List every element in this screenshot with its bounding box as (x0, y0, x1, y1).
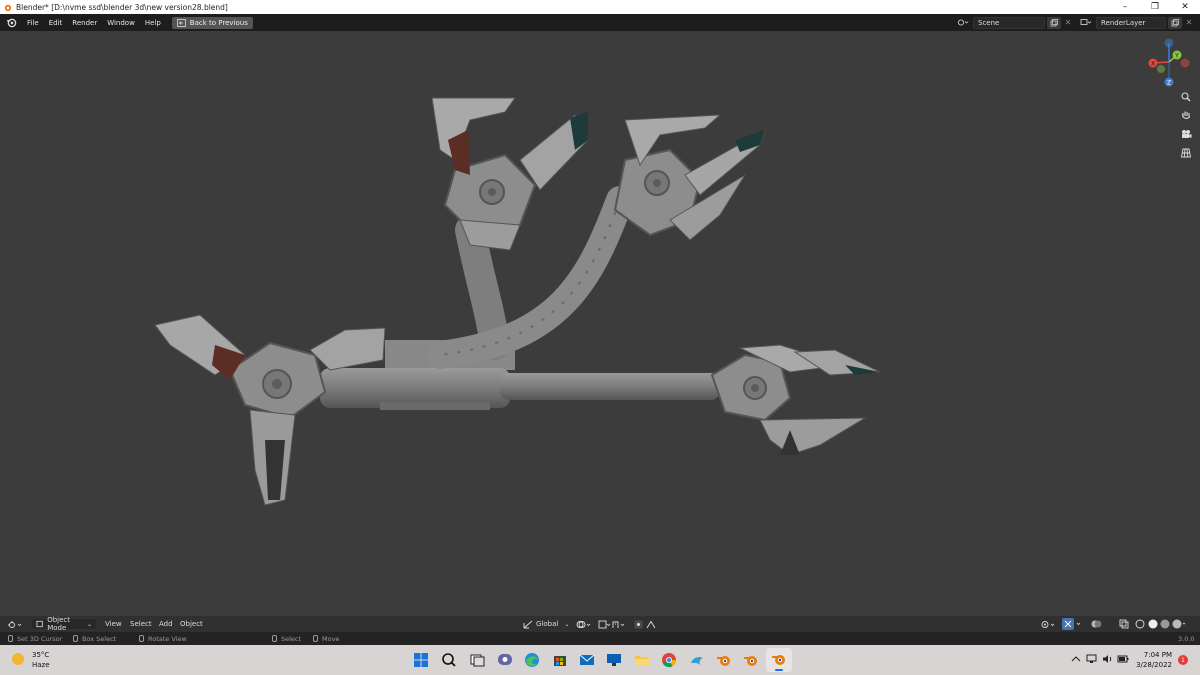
object-menu[interactable]: Object (180, 616, 203, 632)
select-menu[interactable]: Select (130, 616, 152, 632)
app-icon-bird[interactable] (688, 651, 706, 669)
render-layer-icon[interactable] (1076, 17, 1096, 29)
search-icon[interactable] (440, 651, 458, 669)
gizmo-toggle-icon[interactable] (1062, 616, 1084, 632)
visibility-icon[interactable] (1040, 616, 1056, 632)
delete-scene-icon[interactable]: ✕ (1061, 17, 1075, 29)
status-select: Select (272, 632, 301, 645)
menu-help[interactable]: Help (140, 19, 166, 27)
render-layer-selector: RenderLayer ✕ (1076, 16, 1196, 29)
store-icon[interactable] (551, 651, 569, 669)
menu-render[interactable]: Render (67, 19, 102, 27)
back-icon (176, 18, 186, 27)
gizmo-z-label: Z (1167, 80, 1171, 87)
delete-render-layer-icon[interactable]: ✕ (1182, 17, 1196, 29)
orientation-icon (523, 620, 533, 628)
volume-icon[interactable] (1102, 654, 1114, 666)
menu-window[interactable]: Window (102, 19, 140, 27)
status-set-3d-cursor: Set 3D Cursor (8, 632, 62, 645)
start-button-icon[interactable] (412, 651, 430, 669)
blender-logo-icon[interactable] (6, 17, 17, 28)
xray-icon[interactable] (1119, 616, 1129, 632)
monitor-app-icon[interactable] (605, 651, 623, 669)
render-layer-field[interactable]: RenderLayer (1096, 16, 1166, 29)
tray-chevron-icon[interactable] (1071, 655, 1081, 665)
menu-edit[interactable]: Edit (44, 19, 68, 27)
back-button-label: Back to Previous (189, 18, 248, 27)
window-titlebar: Blender* [D:\nvme ssd\blender 3d\new ver… (0, 0, 1200, 14)
object-mode-dropdown[interactable]: Object Mode ⌄ (31, 616, 97, 632)
close-button[interactable]: ✕ (1170, 0, 1200, 14)
task-view-icon[interactable] (468, 651, 486, 669)
blender-taskbar-icon-active[interactable] (766, 648, 792, 672)
pivot-point-icon[interactable] (576, 616, 592, 632)
weather-temp: 35°C (32, 651, 50, 659)
transform-orientation-dropdown[interactable]: Global ⌄ (523, 616, 569, 632)
snap-icon[interactable] (598, 616, 628, 632)
perspective-grid-icon[interactable] (1179, 146, 1193, 160)
weather-widget[interactable]: 35°C Haze (32, 650, 50, 670)
maximize-button[interactable]: ❐ (1140, 0, 1170, 14)
teams-chat-icon[interactable] (496, 651, 514, 669)
editor-type-icon[interactable] (8, 616, 24, 632)
gizmo-x-label: X (1151, 61, 1155, 68)
chrome-icon[interactable] (660, 651, 678, 669)
windows-taskbar: 35°C Haze 7:04 PM 3/28/2022 1 (0, 645, 1200, 675)
view-menu[interactable]: View (105, 616, 122, 632)
new-scene-icon[interactable] (1047, 16, 1061, 29)
status-bar: Set 3D Cursor Box Select Rotate View Sel… (0, 632, 1200, 645)
navigation-gizmo[interactable]: X Y Z (1140, 37, 1198, 91)
clock-time: 7:04 PM (1143, 651, 1172, 659)
blender-version: 3.0.0 (1178, 634, 1195, 643)
edge-browser-icon[interactable] (523, 651, 541, 669)
clock[interactable]: 7:04 PM 3/28/2022 (1136, 650, 1172, 670)
file-explorer-icon[interactable] (633, 651, 651, 669)
clock-date: 3/28/2022 (1136, 661, 1172, 669)
gizmo-y-label: Y (1174, 53, 1179, 60)
scene-selector: Scene ✕ (953, 16, 1075, 29)
weather-desc: Haze (32, 661, 50, 669)
scene-name-field[interactable]: Scene (973, 16, 1045, 29)
weather-sun-icon (12, 653, 24, 665)
status-move: Move (313, 632, 339, 645)
camera-icon[interactable] (1179, 127, 1193, 141)
minimize-button[interactable]: – (1110, 0, 1140, 14)
object-mode-icon (36, 620, 43, 628)
back-to-previous-button[interactable]: Back to Previous (171, 16, 253, 29)
scene-type-icon[interactable] (953, 17, 973, 29)
overlays-icon[interactable] (1090, 616, 1104, 632)
blender-taskbar-icon-1[interactable] (715, 651, 733, 669)
proportional-editing-icon[interactable] (634, 616, 660, 632)
notification-badge[interactable]: 1 (1178, 655, 1188, 665)
blender-taskbar-icon-2[interactable] (742, 651, 760, 669)
network-icon[interactable] (1086, 654, 1098, 666)
object-mode-label: Object Mode (47, 616, 71, 632)
battery-icon[interactable] (1117, 654, 1129, 666)
zoom-icon[interactable] (1179, 90, 1193, 104)
status-rotate-view: Rotate View (139, 632, 187, 645)
add-menu[interactable]: Add (159, 616, 173, 632)
3d-viewport[interactable]: X Y Z (0, 31, 1200, 616)
robot-claw-model (154, 97, 882, 506)
blender-app-icon (4, 4, 12, 11)
status-box-select: Box Select (73, 632, 116, 645)
menu-file[interactable]: File (22, 19, 44, 27)
viewport-header: Object Mode ⌄ View Select Add Object Glo… (0, 616, 1200, 632)
orientation-label: Global (536, 620, 559, 628)
window-title: Blender* [D:\nvme ssd\blender 3d\new ver… (16, 2, 228, 12)
mail-icon[interactable] (578, 651, 596, 669)
pan-hand-icon[interactable] (1179, 108, 1193, 122)
new-render-layer-icon[interactable] (1168, 16, 1182, 29)
shading-modes[interactable] (1134, 616, 1186, 632)
